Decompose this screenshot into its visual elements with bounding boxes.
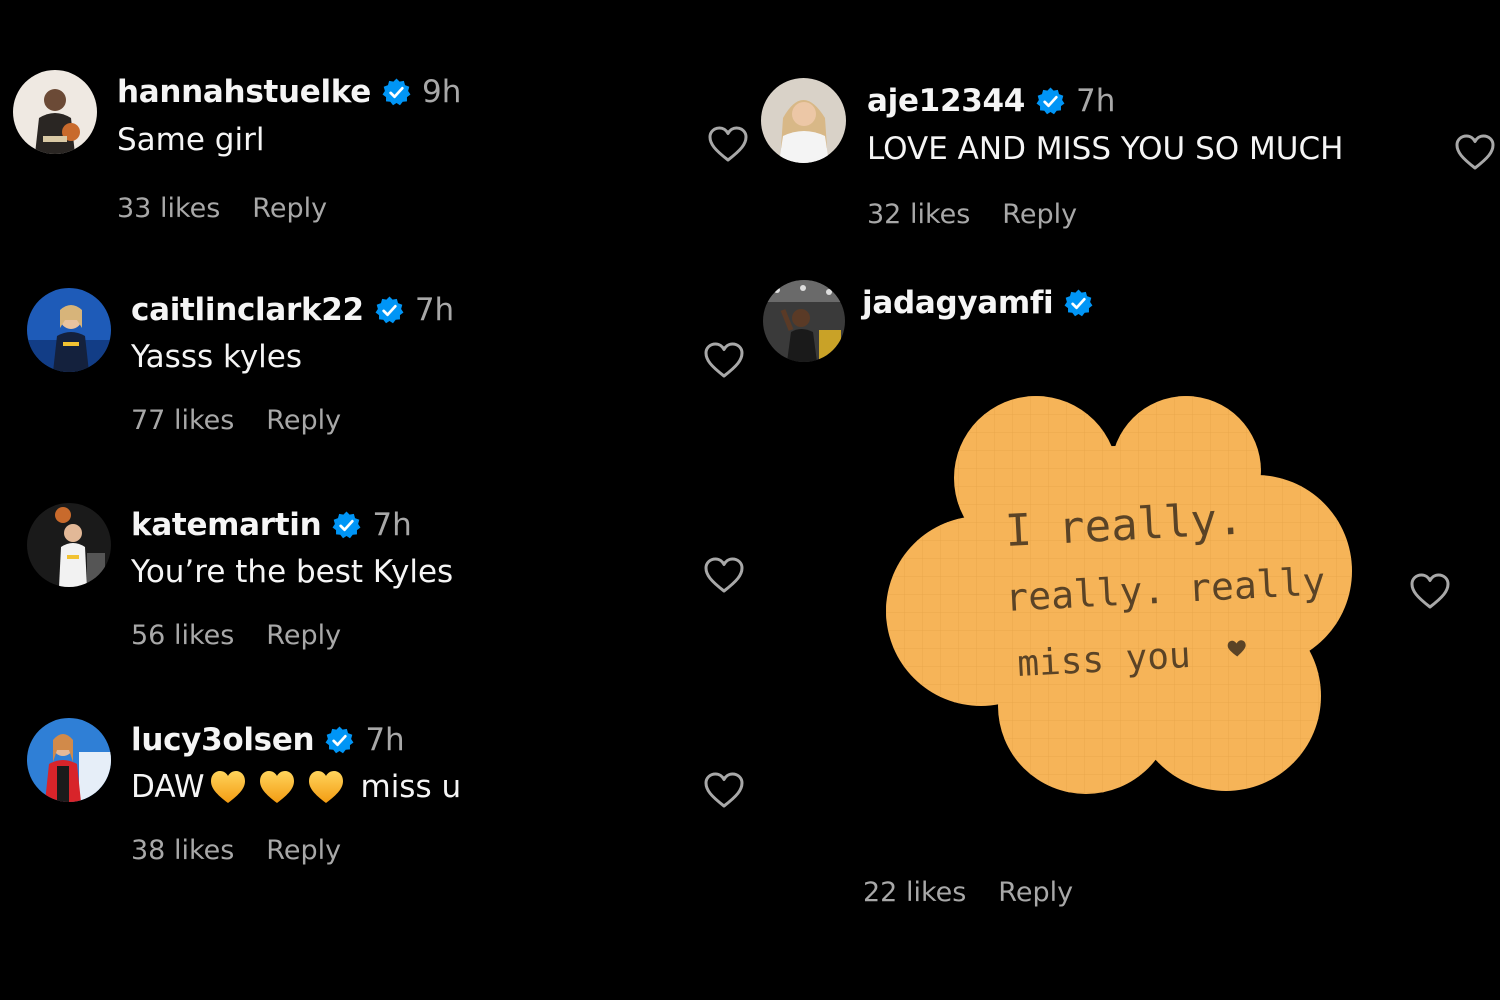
yellow-heart-emoji-icon [209,769,247,805]
username[interactable]: caitlinclark22 [131,292,364,328]
reply-button[interactable]: Reply [266,620,341,651]
comment-text-prefix: DAW [131,769,205,805]
likes-count[interactable]: 22 likes [863,877,966,908]
reply-button[interactable]: Reply [1002,199,1077,230]
heart-outline-icon[interactable] [703,556,745,594]
verified-badge-icon [1035,86,1066,117]
timestamp: 7h [1076,83,1116,119]
heart-outline-icon[interactable] [707,125,749,163]
comment-text: You’re the best Kyles [131,554,454,590]
username[interactable]: katemartin [131,507,322,543]
username[interactable]: hannahstuelke [117,74,371,110]
heart-outline-icon[interactable] [1454,133,1496,171]
note-sticker[interactable]: I really. really. really miss you [886,396,1354,794]
likes-count[interactable]: 56 likes [131,620,234,651]
avatar[interactable] [27,718,111,802]
heart-outline-icon[interactable] [1409,572,1451,610]
timestamp: 7h [414,292,455,328]
timestamp: 9h [422,74,462,110]
verified-badge-icon [1063,288,1094,319]
reply-button[interactable]: Reply [252,193,327,224]
username[interactable]: jadagyamfi [862,285,1054,321]
yellow-heart-emoji-icon [258,769,296,805]
username[interactable]: aje12344 [867,83,1025,119]
comment-text: DAW miss u [131,769,461,805]
comment-text-suffix: miss u [360,769,462,805]
verified-badge-icon [374,295,405,326]
verified-badge-icon [381,77,412,108]
avatar[interactable] [27,503,111,587]
avatar[interactable] [763,280,845,362]
heart-outline-icon[interactable] [703,771,745,809]
likes-count[interactable]: 33 likes [117,193,220,224]
likes-count[interactable]: 77 likes [131,405,234,436]
likes-count[interactable]: 32 likes [867,199,970,230]
reply-button[interactable]: Reply [266,405,341,436]
reply-button[interactable]: Reply [266,835,341,866]
verified-badge-icon [331,510,362,541]
reply-button[interactable]: Reply [998,877,1073,908]
username[interactable]: lucy3olsen [131,722,315,758]
likes-count[interactable]: 38 likes [131,835,234,866]
yellow-heart-emoji-icon [307,769,345,805]
comment-text: LOVE AND MISS YOU SO MUCH [867,131,1344,167]
comment-text: Yasss kyles [131,339,302,375]
avatar[interactable] [27,288,111,372]
verified-badge-icon [324,725,355,756]
avatar[interactable] [761,78,846,163]
comment-text: Same girl [117,122,265,158]
heart-outline-icon[interactable] [703,341,745,379]
avatar[interactable] [13,70,97,154]
timestamp: 7h [372,507,412,543]
timestamp: 7h [365,722,405,758]
